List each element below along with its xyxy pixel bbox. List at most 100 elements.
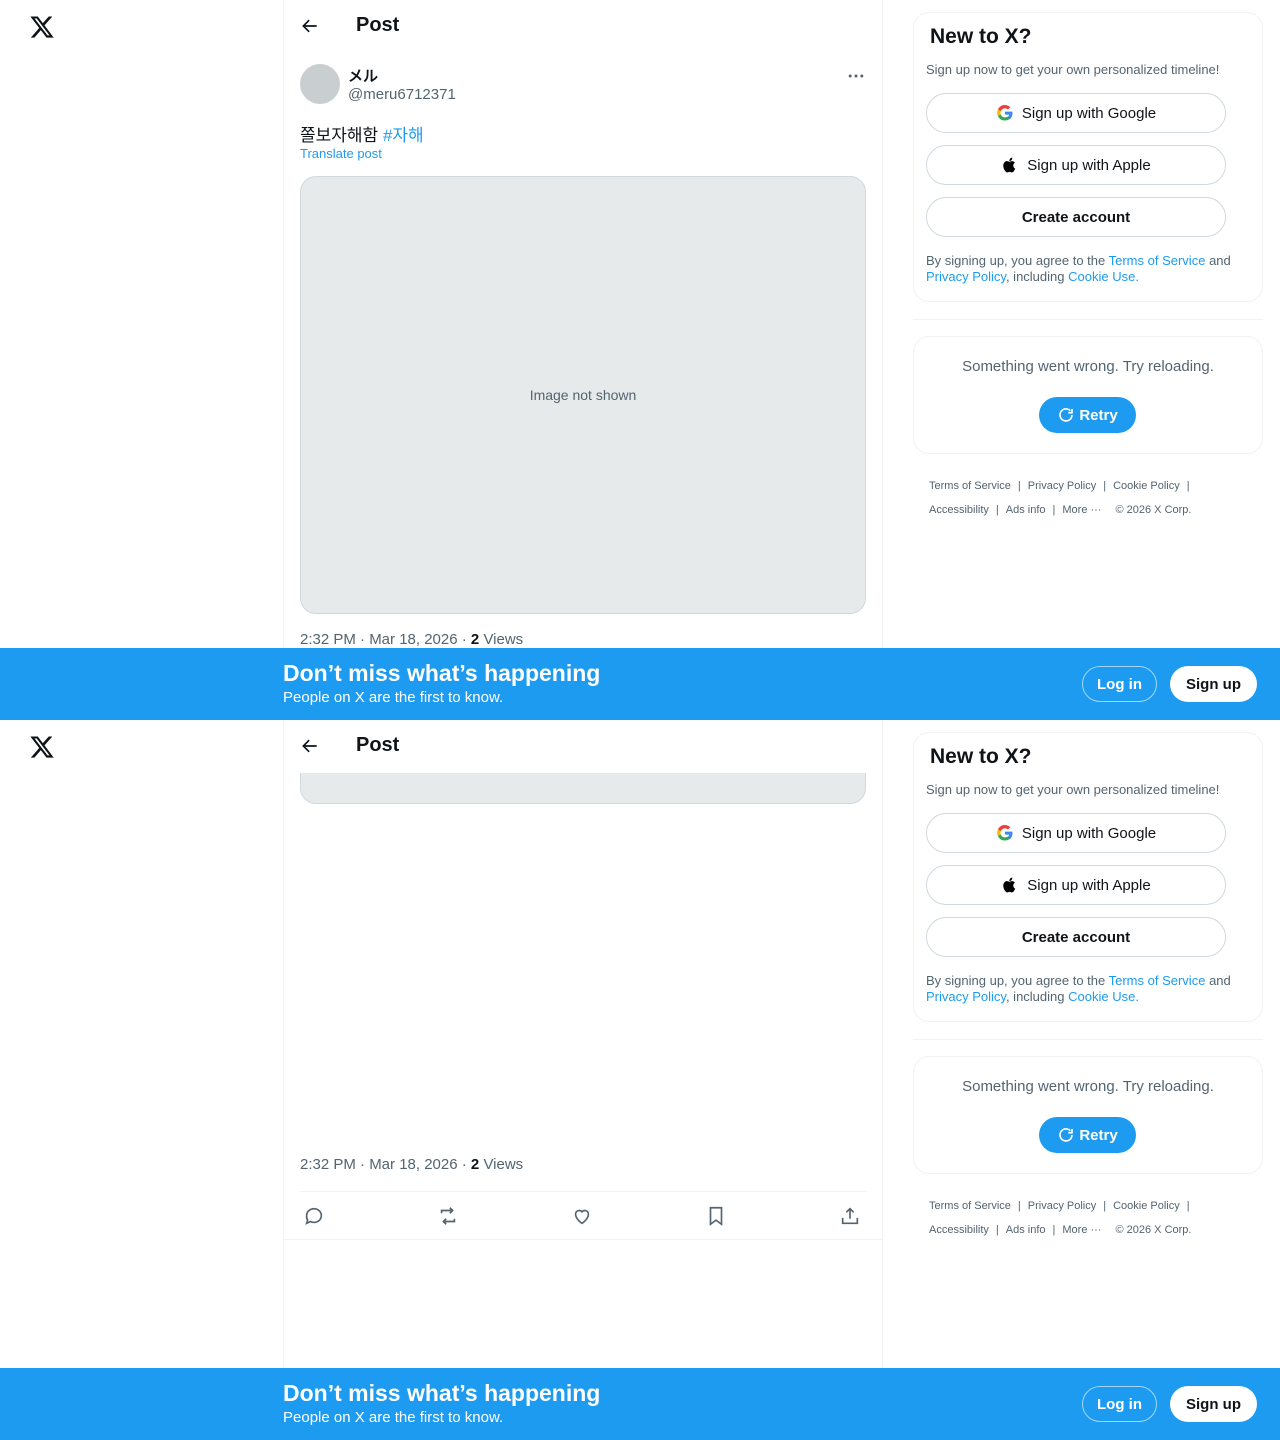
- user-handle[interactable]: @meru6712371: [348, 86, 456, 103]
- post-header: Post: [284, 0, 882, 53]
- privacy-policy-link[interactable]: Privacy Policy: [926, 269, 1006, 284]
- signup-card: New to X? Sign up now to get your own pe…: [913, 12, 1263, 302]
- page-title: Post: [356, 14, 400, 36]
- error-message: Something went wrong. Try reloading.: [962, 1078, 1214, 1095]
- footer-cookie-link[interactable]: Cookie Policy: [1113, 480, 1180, 492]
- footer-separator: |: [1186, 1200, 1190, 1212]
- signup-terms: By signing up, you agree to the Terms of…: [926, 253, 1256, 285]
- terms-prefix: By signing up, you agree to the: [926, 973, 1106, 988]
- back-arrow-icon[interactable]: [300, 736, 322, 758]
- footer-separator: |: [1052, 504, 1056, 516]
- signup-button[interactable]: Sign up: [1170, 1386, 1257, 1422]
- footer-separator: |: [1103, 1200, 1107, 1212]
- footer-copyright: © 2026 X Corp.: [1115, 1224, 1192, 1236]
- login-button[interactable]: Log in: [1082, 666, 1157, 702]
- footer-copyright: © 2026 X Corp.: [1115, 504, 1192, 516]
- error-card: Something went wrong. Try reloading. Ret…: [913, 1056, 1263, 1174]
- footer-more-link[interactable]: More ···: [1062, 504, 1101, 516]
- share-icon[interactable]: [839, 1205, 861, 1227]
- views-label: Views: [483, 1156, 524, 1173]
- footer-ads-link[interactable]: Ads info: [1006, 1224, 1046, 1236]
- apple-icon: [1003, 157, 1016, 173]
- post-timestamp[interactable]: 2:32 PM · Mar 18, 2026 ·: [300, 631, 467, 648]
- error-message: Something went wrong. Try reloading.: [962, 358, 1214, 375]
- apple-signup-label: Sign up with Apple: [1027, 156, 1151, 174]
- footer-separator: |: [1186, 480, 1190, 492]
- apple-signup-button[interactable]: Sign up with Apple: [926, 145, 1226, 185]
- google-signup-label: Sign up with Google: [1021, 104, 1157, 122]
- terms-of-service-link[interactable]: Terms of Service: [1109, 253, 1206, 268]
- footer-ads-link[interactable]: Ads info: [1006, 504, 1046, 516]
- login-banner: Don’t miss what’s happening People on X …: [0, 648, 1280, 720]
- sidebar-divider: [913, 1039, 1263, 1040]
- views-label: Views: [483, 631, 524, 648]
- more-options-icon[interactable]: [846, 66, 868, 84]
- footer-separator: |: [995, 1224, 999, 1236]
- post-media[interactable]: Image not shown: [300, 176, 866, 614]
- banner-subtext: People on X are the first to know.: [283, 689, 504, 706]
- terms-and: and: [1209, 253, 1231, 268]
- signup-terms: By signing up, you agree to the Terms of…: [926, 973, 1256, 1005]
- footer-cookie-link[interactable]: Cookie Policy: [1113, 1200, 1180, 1212]
- google-signup-button[interactable]: Sign up with Google: [926, 813, 1226, 853]
- error-card: Something went wrong. Try reloading. Ret…: [913, 336, 1263, 454]
- post-header: Post: [284, 720, 882, 773]
- post-actions: [300, 1191, 866, 1240]
- google-icon: [997, 824, 1013, 841]
- thread-divider: [284, 1239, 882, 1240]
- footer-more-link[interactable]: More ···: [1062, 1224, 1101, 1236]
- footer-accessibility-link[interactable]: Accessibility: [929, 1224, 989, 1236]
- retry-button[interactable]: Retry: [1039, 1117, 1136, 1153]
- refresh-icon: [1059, 408, 1074, 422]
- post-timestamp[interactable]: 2:32 PM · Mar 18, 2026 ·: [300, 1156, 467, 1173]
- primary-column: メル @meru6712371 쫄보자해함 #자해 Translate post…: [283, 720, 883, 1440]
- footer-links: Terms of Service | Privacy Policy | Cookie P…: [929, 474, 1259, 522]
- back-arrow-icon[interactable]: [300, 16, 322, 38]
- footer-terms-link[interactable]: Terms of Service: [929, 1200, 1011, 1212]
- retry-button[interactable]: Retry: [1039, 397, 1136, 433]
- retry-label: Retry: [1079, 1126, 1118, 1144]
- views-count: 2: [470, 1156, 480, 1173]
- avatar[interactable]: [300, 64, 340, 104]
- display-name[interactable]: メル: [348, 65, 378, 86]
- translate-post-link[interactable]: Translate post: [300, 146, 382, 161]
- terms-of-service-link[interactable]: Terms of Service: [1109, 973, 1206, 988]
- x-logo-icon[interactable]: [29, 14, 55, 40]
- bookmark-icon[interactable]: [705, 1205, 727, 1227]
- signup-card-subtitle: Sign up now to get your own personalized…: [926, 62, 1220, 77]
- retry-label: Retry: [1079, 406, 1118, 424]
- create-account-button[interactable]: Create account: [926, 197, 1226, 237]
- screen-scrolled-top: メル @meru6712371 쫄보자해함 #자해 Translate post…: [0, 0, 1280, 720]
- footer-terms-link[interactable]: Terms of Service: [929, 480, 1011, 492]
- cookie-use-link[interactable]: Cookie Use.: [1068, 989, 1139, 1004]
- banner-subtext: People on X are the first to know.: [283, 1409, 504, 1426]
- signup-card: New to X? Sign up now to get your own pe…: [913, 732, 1263, 1022]
- post-text-body: 쫄보자해함: [300, 126, 379, 145]
- footer-separator: |: [1017, 1200, 1021, 1212]
- cookie-use-link[interactable]: Cookie Use.: [1068, 269, 1139, 284]
- login-button[interactable]: Log in: [1082, 1386, 1157, 1422]
- repost-icon[interactable]: [437, 1205, 459, 1227]
- signup-card-title: New to X?: [930, 25, 1032, 48]
- reply-icon[interactable]: [303, 1205, 325, 1227]
- privacy-policy-link[interactable]: Privacy Policy: [926, 989, 1006, 1004]
- create-account-button[interactable]: Create account: [926, 917, 1226, 957]
- terms-and: and: [1209, 973, 1231, 988]
- x-logo-icon[interactable]: [29, 734, 55, 760]
- terms-including: , including: [1005, 989, 1065, 1004]
- footer-accessibility-link[interactable]: Accessibility: [929, 504, 989, 516]
- apple-signup-button[interactable]: Sign up with Apple: [926, 865, 1226, 905]
- google-signup-button[interactable]: Sign up with Google: [926, 93, 1226, 133]
- primary-column: メル @meru6712371 쫄보자해함 #자해 Translate post…: [283, 0, 883, 720]
- google-icon: [997, 104, 1013, 121]
- like-icon[interactable]: [571, 1205, 593, 1227]
- signup-card-subtitle: Sign up now to get your own personalized…: [926, 782, 1220, 797]
- google-signup-label: Sign up with Google: [1021, 824, 1157, 842]
- hashtag-link[interactable]: #자해: [383, 126, 424, 145]
- post-text: 쫄보자해함 #자해: [300, 121, 424, 146]
- footer-privacy-link[interactable]: Privacy Policy: [1028, 480, 1096, 492]
- screen-scrolled-down: メル @meru6712371 쫄보자해함 #자해 Translate post…: [0, 720, 1280, 1440]
- signup-button[interactable]: Sign up: [1170, 666, 1257, 702]
- footer-separator: |: [1052, 1224, 1056, 1236]
- footer-privacy-link[interactable]: Privacy Policy: [1028, 1200, 1096, 1212]
